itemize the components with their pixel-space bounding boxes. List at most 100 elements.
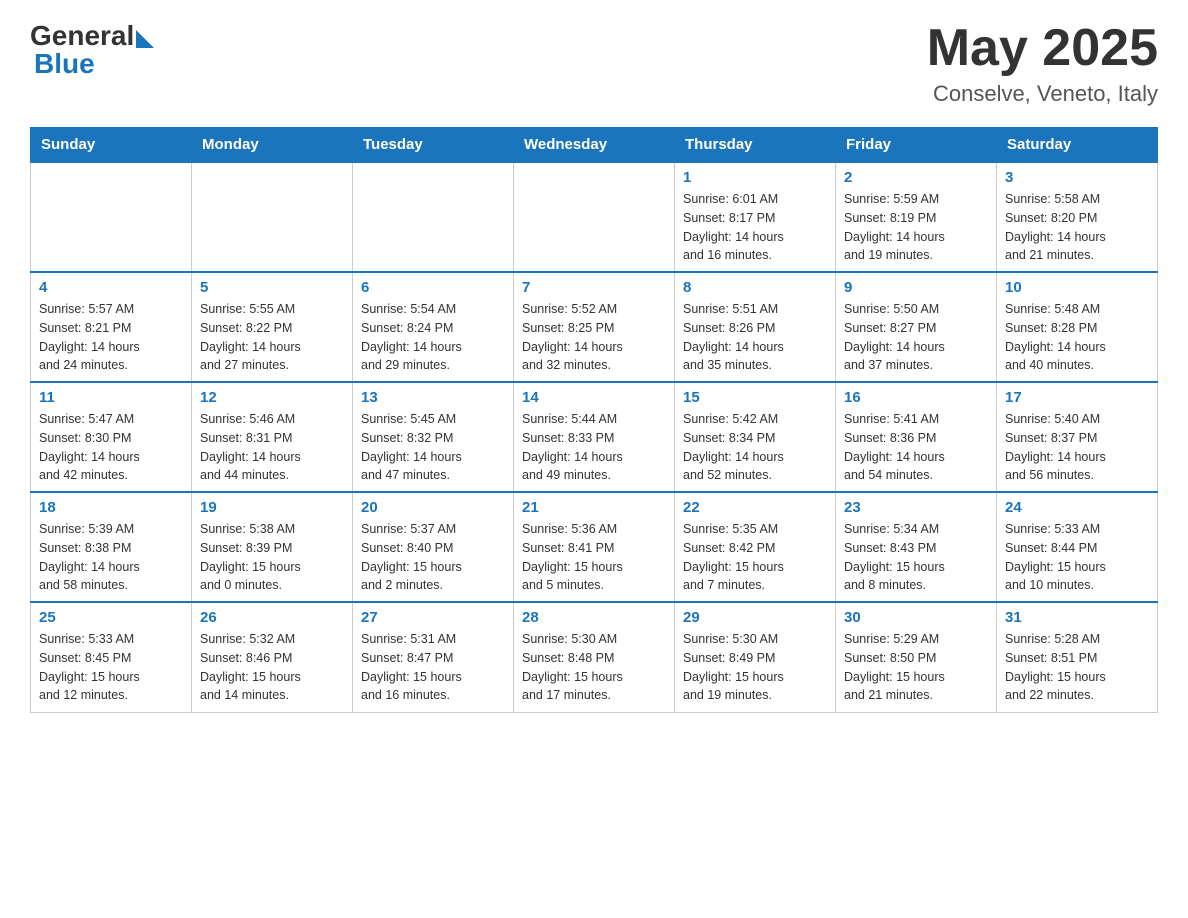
day-info: Sunrise: 5:57 AMSunset: 8:21 PMDaylight:… xyxy=(39,300,183,375)
day-info: Sunrise: 5:40 AMSunset: 8:37 PMDaylight:… xyxy=(1005,410,1149,485)
calendar-cell: 27Sunrise: 5:31 AMSunset: 8:47 PMDayligh… xyxy=(353,602,514,712)
calendar-cell: 6 Sunrise: 5:54 AMSunset: 8:24 PMDaylight… xyxy=(353,272,514,382)
day-info: Sunrise: 5:55 AMSunset: 8:22 PMDaylight:… xyxy=(200,300,344,375)
calendar-week-row: 18 Sunrise: 5:39 AMSunset: 8:38 PMDayligh… xyxy=(31,492,1158,602)
day-info: Sunrise: 5:37 AMSunset: 8:40 PMDaylight:… xyxy=(361,520,505,595)
day-number: 4 xyxy=(39,279,183,296)
weekday-header-thursday: Thursday xyxy=(675,128,836,163)
calendar-cell: 19 Sunrise: 5:38 AMSunset: 8:39 PMDayligh… xyxy=(192,492,353,602)
day-info: Sunrise: 5:54 AMSunset: 8:24 PMDaylight:… xyxy=(361,300,505,375)
weekday-header-tuesday: Tuesday xyxy=(353,128,514,163)
logo: General Blue xyxy=(30,20,154,80)
day-info: Sunrise: 5:31 AMSunset: 8:47 PMDaylight:… xyxy=(361,630,505,705)
day-info: Sunrise: 5:58 AMSunset: 8:20 PMDaylight:… xyxy=(1005,190,1149,265)
day-number: 17 xyxy=(1005,389,1149,406)
calendar-cell: 21 Sunrise: 5:36 AMSunset: 8:41 PMDayligh… xyxy=(514,492,675,602)
calendar-cell xyxy=(353,162,514,272)
day-info: Sunrise: 5:51 AMSunset: 8:26 PMDaylight:… xyxy=(683,300,827,375)
day-number: 2 xyxy=(844,169,988,186)
calendar-cell: 4 Sunrise: 5:57 AMSunset: 8:21 PMDaylight… xyxy=(31,272,192,382)
day-number: 6 xyxy=(361,279,505,296)
day-info: Sunrise: 5:44 AMSunset: 8:33 PMDaylight:… xyxy=(522,410,666,485)
day-number: 14 xyxy=(522,389,666,406)
month-year-title: May 2025 xyxy=(927,20,1158,77)
weekday-header-saturday: Saturday xyxy=(997,128,1158,163)
calendar-cell: 10 Sunrise: 5:48 AMSunset: 8:28 PMDayligh… xyxy=(997,272,1158,382)
day-number: 16 xyxy=(844,389,988,406)
day-info: Sunrise: 5:33 AMSunset: 8:44 PMDaylight:… xyxy=(1005,520,1149,595)
weekday-header-wednesday: Wednesday xyxy=(514,128,675,163)
day-info: Sunrise: 6:01 AMSunset: 8:17 PMDaylight:… xyxy=(683,190,827,265)
day-info: Sunrise: 5:34 AMSunset: 8:43 PMDaylight:… xyxy=(844,520,988,595)
calendar-week-row: 25Sunrise: 5:33 AMSunset: 8:45 PMDayligh… xyxy=(31,602,1158,712)
day-number: 10 xyxy=(1005,279,1149,296)
day-number: 21 xyxy=(522,499,666,516)
calendar-week-row: 1 Sunrise: 6:01 AMSunset: 8:17 PMDaylight… xyxy=(31,162,1158,272)
calendar-cell: 14 Sunrise: 5:44 AMSunset: 8:33 PMDayligh… xyxy=(514,382,675,492)
day-info: Sunrise: 5:41 AMSunset: 8:36 PMDaylight:… xyxy=(844,410,988,485)
day-info: Sunrise: 5:33 AMSunset: 8:45 PMDaylight:… xyxy=(39,630,183,705)
day-number: 13 xyxy=(361,389,505,406)
calendar-cell: 7 Sunrise: 5:52 AMSunset: 8:25 PMDaylight… xyxy=(514,272,675,382)
day-number: 7 xyxy=(522,279,666,296)
day-info: Sunrise: 5:39 AMSunset: 8:38 PMDaylight:… xyxy=(39,520,183,595)
day-number: 26 xyxy=(200,609,344,626)
calendar-cell: 11Sunrise: 5:47 AMSunset: 8:30 PMDayligh… xyxy=(31,382,192,492)
calendar-week-row: 4 Sunrise: 5:57 AMSunset: 8:21 PMDaylight… xyxy=(31,272,1158,382)
day-number: 30 xyxy=(844,609,988,626)
day-info: Sunrise: 5:42 AMSunset: 8:34 PMDaylight:… xyxy=(683,410,827,485)
day-number: 1 xyxy=(683,169,827,186)
calendar-header-row: SundayMondayTuesdayWednesdayThursdayFrid… xyxy=(31,128,1158,163)
calendar-cell xyxy=(514,162,675,272)
calendar-cell: 1 Sunrise: 6:01 AMSunset: 8:17 PMDaylight… xyxy=(675,162,836,272)
calendar-cell: 15Sunrise: 5:42 AMSunset: 8:34 PMDayligh… xyxy=(675,382,836,492)
day-number: 31 xyxy=(1005,609,1149,626)
calendar-cell: 18 Sunrise: 5:39 AMSunset: 8:38 PMDayligh… xyxy=(31,492,192,602)
page-header: General Blue May 2025 Conselve, Veneto, … xyxy=(30,20,1158,107)
day-number: 18 xyxy=(39,499,183,516)
day-info: Sunrise: 5:29 AMSunset: 8:50 PMDaylight:… xyxy=(844,630,988,705)
day-info: Sunrise: 5:45 AMSunset: 8:32 PMDaylight:… xyxy=(361,410,505,485)
calendar-cell: 16 Sunrise: 5:41 AMSunset: 8:36 PMDayligh… xyxy=(836,382,997,492)
day-number: 19 xyxy=(200,499,344,516)
day-number: 9 xyxy=(844,279,988,296)
calendar-cell: 31Sunrise: 5:28 AMSunset: 8:51 PMDayligh… xyxy=(997,602,1158,712)
calendar-cell: 12 Sunrise: 5:46 AMSunset: 8:31 PMDayligh… xyxy=(192,382,353,492)
calendar-week-row: 11Sunrise: 5:47 AMSunset: 8:30 PMDayligh… xyxy=(31,382,1158,492)
calendar-cell: 8 Sunrise: 5:51 AMSunset: 8:26 PMDaylight… xyxy=(675,272,836,382)
day-info: Sunrise: 5:48 AMSunset: 8:28 PMDaylight:… xyxy=(1005,300,1149,375)
calendar-cell: 26Sunrise: 5:32 AMSunset: 8:46 PMDayligh… xyxy=(192,602,353,712)
day-info: Sunrise: 5:50 AMSunset: 8:27 PMDaylight:… xyxy=(844,300,988,375)
calendar-cell: 20Sunrise: 5:37 AMSunset: 8:40 PMDayligh… xyxy=(353,492,514,602)
day-number: 22 xyxy=(683,499,827,516)
calendar-cell: 30 Sunrise: 5:29 AMSunset: 8:50 PMDayligh… xyxy=(836,602,997,712)
calendar-cell: 22 Sunrise: 5:35 AMSunset: 8:42 PMDayligh… xyxy=(675,492,836,602)
day-info: Sunrise: 5:46 AMSunset: 8:31 PMDaylight:… xyxy=(200,410,344,485)
calendar-cell xyxy=(31,162,192,272)
day-info: Sunrise: 5:38 AMSunset: 8:39 PMDaylight:… xyxy=(200,520,344,595)
day-info: Sunrise: 5:30 AMSunset: 8:49 PMDaylight:… xyxy=(683,630,827,705)
weekday-header-friday: Friday xyxy=(836,128,997,163)
day-number: 3 xyxy=(1005,169,1149,186)
calendar-cell: 17 Sunrise: 5:40 AMSunset: 8:37 PMDayligh… xyxy=(997,382,1158,492)
calendar-cell: 23Sunrise: 5:34 AMSunset: 8:43 PMDayligh… xyxy=(836,492,997,602)
day-number: 29 xyxy=(683,609,827,626)
day-number: 8 xyxy=(683,279,827,296)
logo-blue-text: Blue xyxy=(34,48,154,80)
weekday-header-sunday: Sunday xyxy=(31,128,192,163)
day-number: 28 xyxy=(522,609,666,626)
weekday-header-monday: Monday xyxy=(192,128,353,163)
calendar-cell: 13 Sunrise: 5:45 AMSunset: 8:32 PMDayligh… xyxy=(353,382,514,492)
calendar-cell: 9 Sunrise: 5:50 AMSunset: 8:27 PMDaylight… xyxy=(836,272,997,382)
title-block: May 2025 Conselve, Veneto, Italy xyxy=(927,20,1158,107)
calendar-cell: 5 Sunrise: 5:55 AMSunset: 8:22 PMDaylight… xyxy=(192,272,353,382)
logo-arrow-icon xyxy=(136,30,154,48)
calendar-table: SundayMondayTuesdayWednesdayThursdayFrid… xyxy=(30,127,1158,713)
calendar-cell: 29 Sunrise: 5:30 AMSunset: 8:49 PMDayligh… xyxy=(675,602,836,712)
calendar-cell: 24Sunrise: 5:33 AMSunset: 8:44 PMDayligh… xyxy=(997,492,1158,602)
day-info: Sunrise: 5:52 AMSunset: 8:25 PMDaylight:… xyxy=(522,300,666,375)
day-number: 5 xyxy=(200,279,344,296)
day-info: Sunrise: 5:35 AMSunset: 8:42 PMDaylight:… xyxy=(683,520,827,595)
day-number: 12 xyxy=(200,389,344,406)
day-info: Sunrise: 5:36 AMSunset: 8:41 PMDaylight:… xyxy=(522,520,666,595)
